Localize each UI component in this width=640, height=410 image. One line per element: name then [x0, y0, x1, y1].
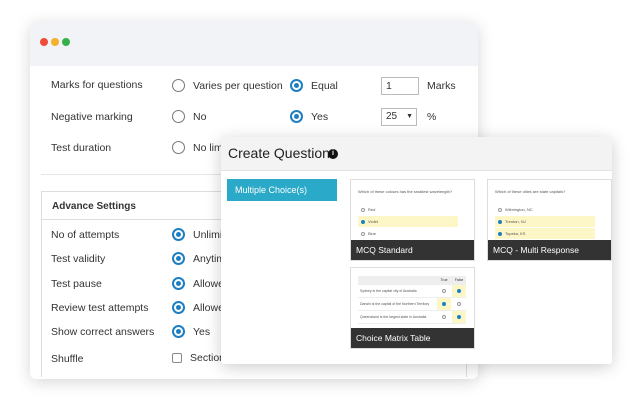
checkbox-checked-icon — [498, 231, 502, 236]
card-label: Choice Matrix Table — [351, 328, 474, 348]
show-answers-option[interactable]: Yes — [172, 325, 210, 338]
test-duration-label: Test duration — [51, 142, 112, 154]
review-label: Review test attempts — [51, 302, 149, 314]
radio-icon[interactable] — [172, 79, 185, 92]
matrix-header-row: True False — [358, 276, 466, 285]
radio-selected-icon[interactable] — [290, 79, 303, 92]
matrix-col-true: True — [440, 278, 448, 282]
card-question: Which of these colours has the smallest … — [358, 189, 453, 194]
radio-icon[interactable] — [172, 110, 185, 123]
negative-yes-option[interactable]: Yes — [290, 110, 328, 123]
checkbox-icon — [498, 207, 502, 212]
card-option: Blue — [358, 228, 458, 239]
minimize-window-dot[interactable] — [51, 38, 59, 46]
negative-no-option[interactable]: No — [172, 110, 206, 123]
card-label: MCQ - Multi Response — [488, 240, 611, 260]
radio-selected-icon — [442, 302, 446, 306]
radio-selected-icon[interactable] — [172, 325, 185, 338]
radio-selected-icon[interactable] — [172, 252, 185, 265]
matrix-col-false: False — [454, 278, 464, 282]
dialog-header: Create Question i — [221, 137, 612, 171]
marks-unit-label: Marks — [427, 80, 456, 92]
create-question-dialog: Create Question i Multiple Choice(s) Whi… — [221, 137, 612, 364]
mcq-standard-card[interactable]: Which of these colours has the smallest … — [350, 179, 475, 261]
advance-settings-title: Advance Settings — [52, 201, 136, 212]
radio-selected-icon[interactable] — [172, 301, 185, 314]
card-question: Which of these cities are state capitals… — [495, 189, 566, 194]
radio-icon — [361, 207, 365, 212]
mcq-multi-response-card[interactable]: Which of these cities are state capitals… — [487, 179, 612, 261]
pause-label: Test pause — [51, 278, 102, 290]
card-option: Trenton, NJ — [495, 216, 595, 227]
card-option: Topeka, KS — [495, 228, 595, 239]
card-label: MCQ Standard — [351, 240, 474, 260]
shuffle-label: Shuffle — [51, 353, 84, 365]
duration-no-limit-option[interactable]: No limi — [172, 141, 225, 154]
matrix-row: Sydney is the capital city of Australia — [358, 285, 466, 298]
attempts-label: No of attempts — [51, 229, 120, 241]
validity-option[interactable]: Anytim — [172, 252, 225, 265]
chevron-down-icon: ▼ — [406, 113, 413, 120]
attempts-option[interactable]: Unlimi — [172, 228, 222, 241]
radio-icon — [457, 302, 461, 306]
radio-selected-icon — [361, 219, 365, 224]
checkbox-checked-icon — [498, 219, 502, 224]
radio-icon — [361, 231, 365, 236]
matrix-row: Queensland is the largest state in Austr… — [358, 311, 466, 324]
card-option: Violet — [358, 216, 458, 227]
marks-label: Marks for questions — [51, 79, 143, 91]
close-window-dot[interactable] — [40, 38, 48, 46]
radio-icon — [442, 289, 446, 293]
marks-equal-option[interactable]: Equal — [290, 79, 338, 92]
radio-selected-icon[interactable] — [172, 228, 185, 241]
negative-marking-label: Negative marking — [51, 111, 133, 123]
pause-option[interactable]: Allowe — [172, 277, 224, 290]
info-icon[interactable]: i — [328, 149, 338, 159]
radio-selected-icon — [457, 315, 461, 319]
card-option: Red — [358, 204, 458, 215]
choice-matrix-card[interactable]: True False Sydney is the capital city of… — [350, 267, 475, 349]
marks-varies-option[interactable]: Varies per question — [172, 79, 283, 92]
radio-selected-icon — [457, 289, 461, 293]
radio-selected-icon[interactable] — [172, 277, 185, 290]
matrix-row: Darwin is the capital of the Northern Te… — [358, 298, 466, 311]
radio-selected-icon[interactable] — [290, 110, 303, 123]
category-multiple-choice[interactable]: Multiple Choice(s) — [227, 179, 337, 201]
negative-percent-select[interactable]: 25 ▼ — [381, 108, 417, 126]
card-option: Wilmington, NC — [495, 204, 595, 215]
dialog-title: Create Question — [228, 145, 330, 161]
validity-label: Test validity — [51, 253, 106, 265]
checkbox-icon[interactable] — [172, 353, 182, 363]
review-option[interactable]: Allowe — [172, 301, 224, 314]
percent-unit-label: % — [427, 111, 437, 123]
radio-icon[interactable] — [172, 141, 185, 154]
marks-value-input[interactable]: 1 — [381, 77, 419, 95]
radio-icon — [442, 315, 446, 319]
show-answers-label: Show correct answers — [51, 326, 155, 338]
window-titlebar — [30, 22, 478, 66]
maximize-window-dot[interactable] — [62, 38, 70, 46]
matrix-preview-table: True False Sydney is the capital city of… — [358, 276, 466, 324]
